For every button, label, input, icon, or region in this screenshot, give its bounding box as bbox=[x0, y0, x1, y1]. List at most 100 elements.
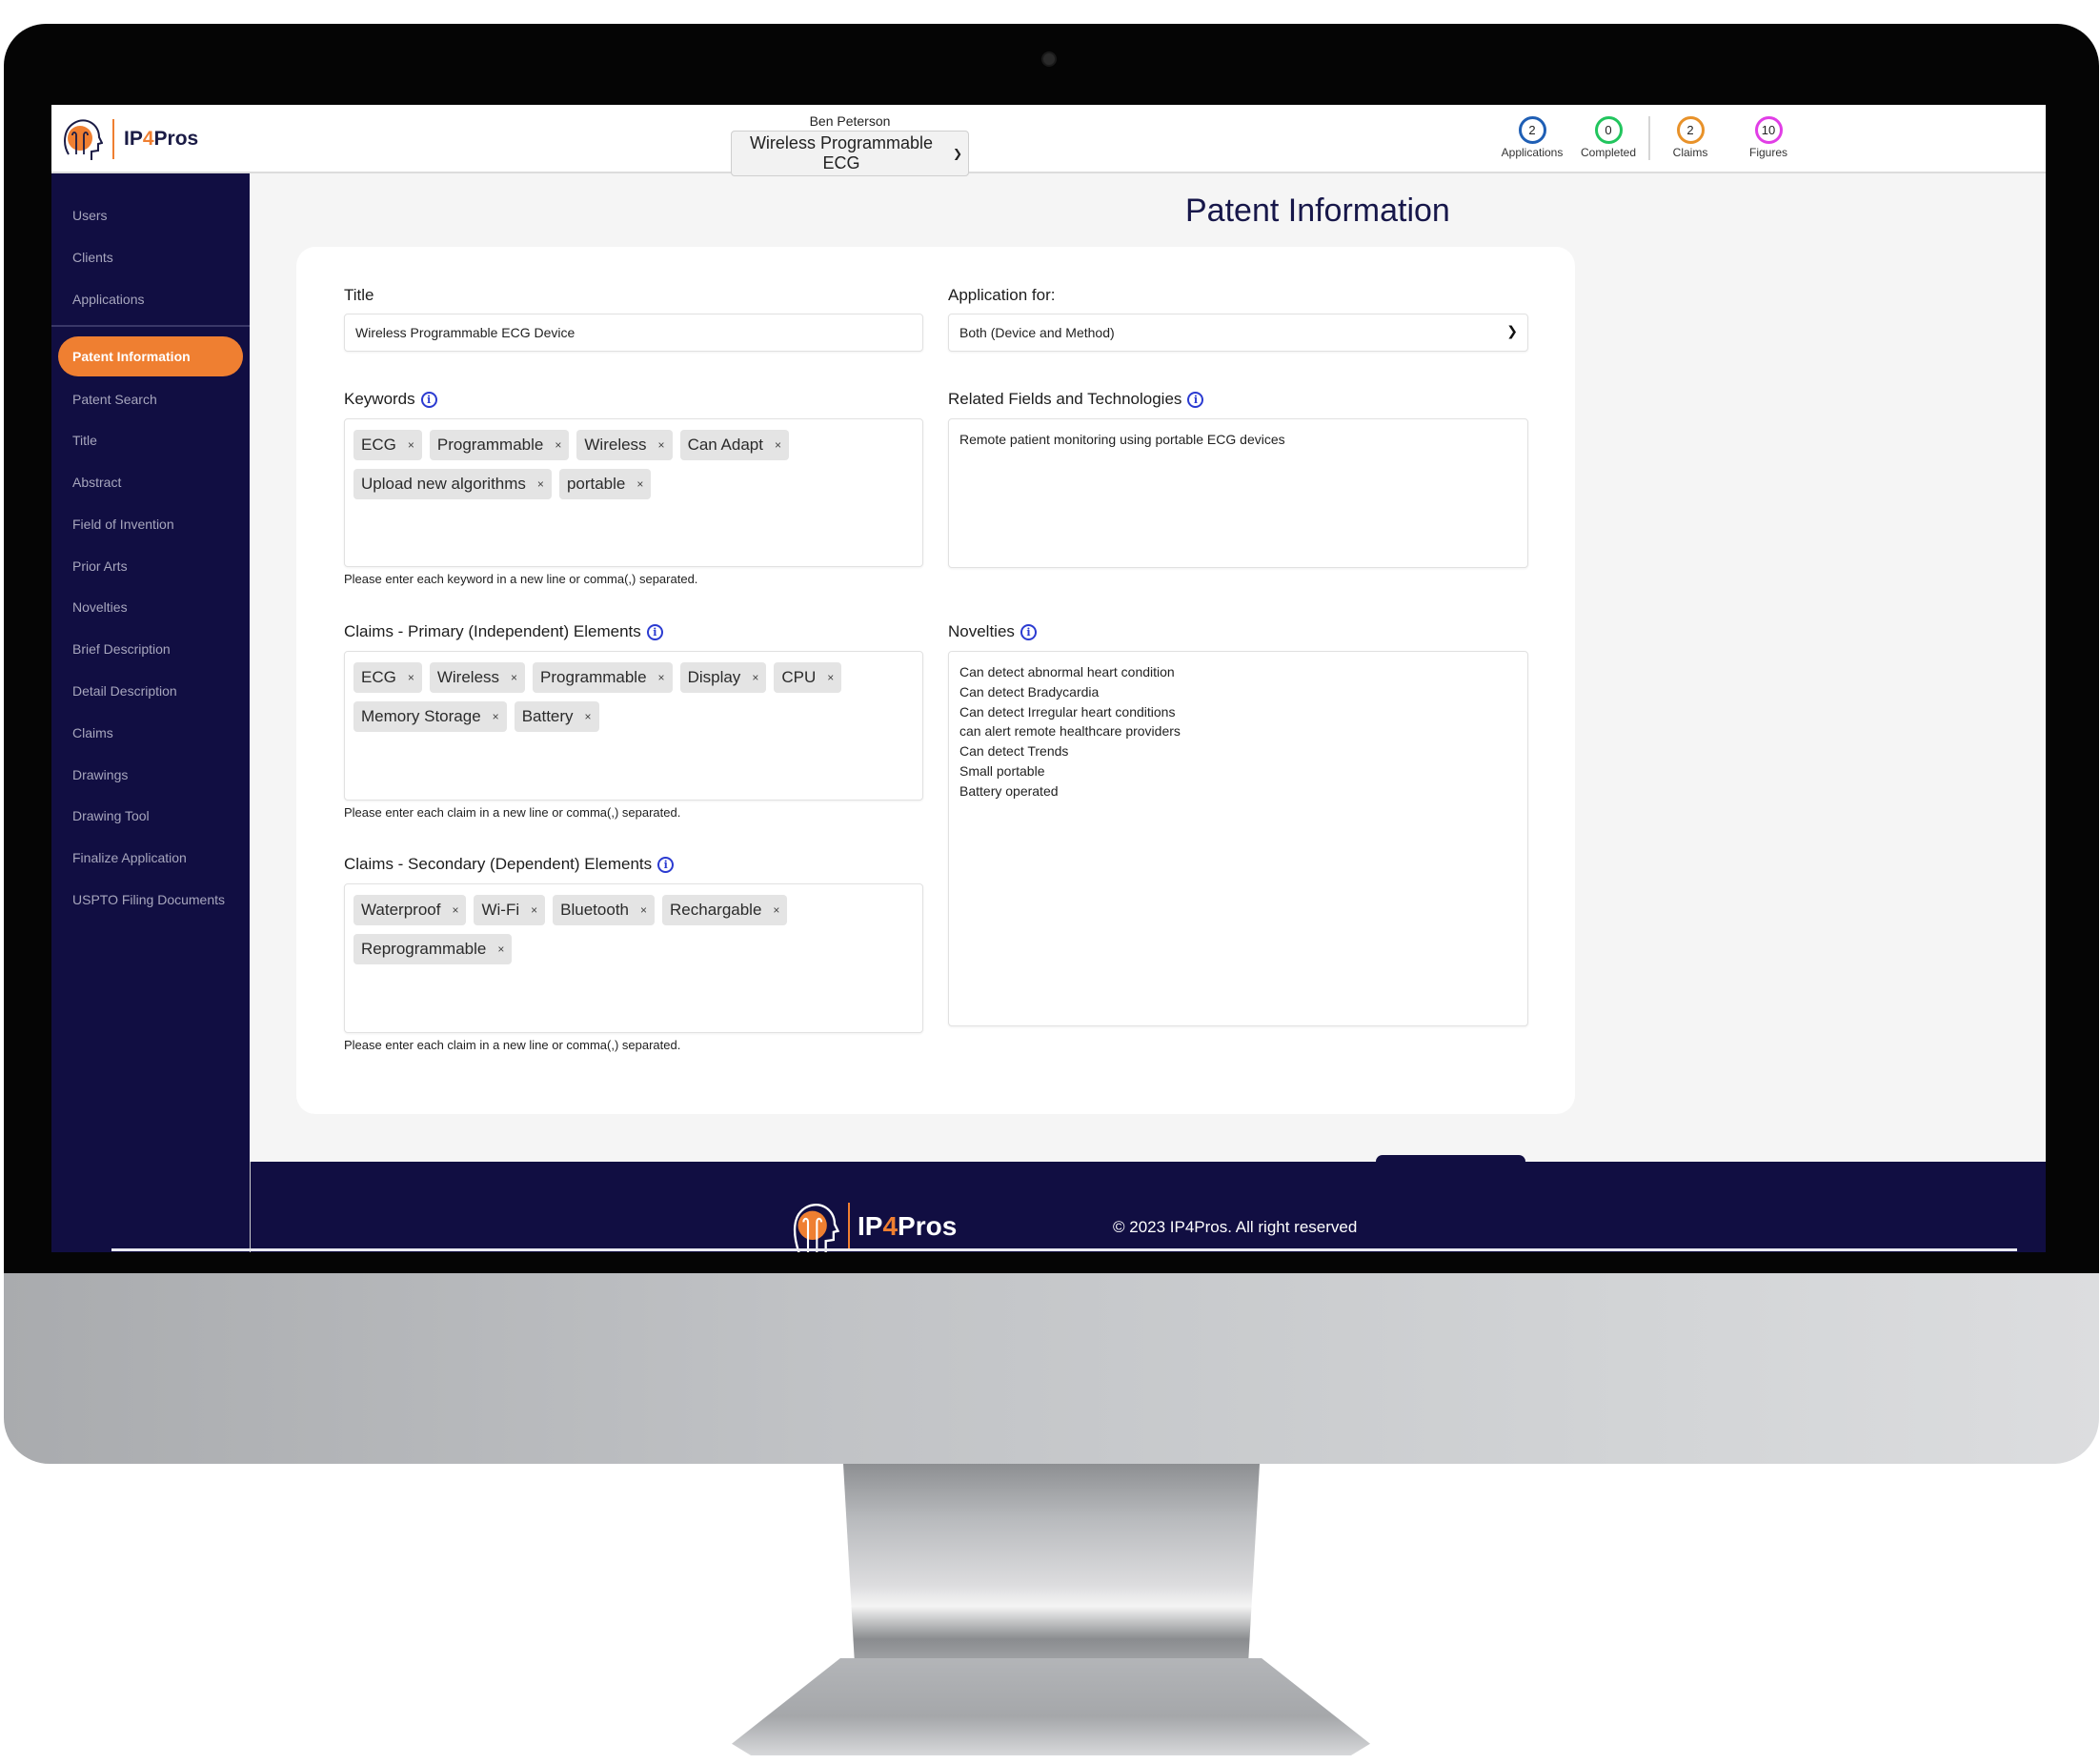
top-bar: IP4Pros Ben Peterson Wireless Programmab… bbox=[51, 105, 2046, 176]
user-application-switcher: Ben Peterson Wireless Programmable ECG ❯ bbox=[731, 113, 969, 176]
remove-tag-icon[interactable]: × bbox=[555, 438, 561, 452]
stat-applications[interactable]: 2 Applications bbox=[1494, 116, 1570, 159]
remove-tag-icon[interactable]: × bbox=[408, 671, 414, 684]
sidebar-item-applications[interactable]: Applications bbox=[72, 292, 145, 307]
claim-secondary-tag: Wi-Fi × bbox=[474, 895, 546, 925]
novelty-line: Battery operated bbox=[959, 782, 1059, 799]
sidebar-item-clients[interactable]: Clients bbox=[72, 250, 113, 265]
remove-tag-icon[interactable]: × bbox=[493, 710, 499, 723]
claim-primary-tag: Wireless × bbox=[429, 662, 526, 693]
remove-tag-icon[interactable]: × bbox=[773, 903, 779, 917]
sidebar-item-title[interactable]: Title bbox=[72, 433, 97, 448]
patent-information-form: Title Wireless Programmable ECG Device A… bbox=[296, 247, 1575, 1193]
tag-label: portable bbox=[566, 475, 626, 493]
remove-tag-icon[interactable]: × bbox=[511, 671, 517, 684]
keyword-tag: portable × bbox=[558, 469, 652, 499]
novelty-line: can alert remote healthcare providers bbox=[959, 723, 1181, 740]
stat-claims[interactable]: 2 Claims bbox=[1652, 116, 1728, 159]
claim-secondary-tag: Rechargable × bbox=[662, 895, 788, 925]
related-fields-textarea[interactable]: Remote patient monitoring using portable… bbox=[948, 418, 1528, 568]
stat-label: Claims bbox=[1672, 146, 1708, 159]
sidebar-item-uspto-filing-documents[interactable]: USPTO Filing Documents bbox=[72, 892, 225, 907]
sidebar-item-novelties[interactable]: Novelties bbox=[72, 599, 128, 615]
sidebar-item-prior-arts[interactable]: Prior Arts bbox=[72, 558, 128, 574]
user-name: Ben Peterson bbox=[809, 113, 891, 129]
novelty-line: Small portable bbox=[959, 762, 1045, 779]
claim-primary-tag: Programmable × bbox=[533, 662, 673, 693]
claim-primary-tag: ECG × bbox=[353, 662, 422, 693]
info-icon[interactable]: i bbox=[1020, 623, 1037, 640]
sidebar-item-drawing-tool[interactable]: Drawing Tool bbox=[72, 808, 150, 823]
footer-logo[interactable]: IP4Pros bbox=[789, 1200, 957, 1252]
remove-tag-icon[interactable]: × bbox=[827, 671, 834, 684]
application-for-value: Both (Device and Method) bbox=[959, 325, 1115, 340]
claims-primary-label: Claims - Primary (Independent) Elements … bbox=[344, 622, 663, 641]
novelties-textarea[interactable]: Can detect abnormal heart condition Can d… bbox=[948, 651, 1528, 1026]
remove-tag-icon[interactable]: × bbox=[585, 710, 592, 723]
sidebar-item-brief-description[interactable]: Brief Description bbox=[72, 641, 171, 657]
remove-tag-icon[interactable]: × bbox=[640, 903, 647, 917]
sidebar-item-finalize-application[interactable]: Finalize Application bbox=[72, 850, 187, 865]
remove-tag-icon[interactable]: × bbox=[636, 477, 643, 491]
claim-primary-tag: Display × bbox=[679, 662, 767, 693]
chevron-down-icon: ❯ bbox=[1506, 323, 1518, 338]
application-select[interactable]: Wireless Programmable ECG ❯ bbox=[731, 131, 969, 176]
remove-tag-icon[interactable]: × bbox=[775, 438, 781, 452]
novelty-line: Can detect Trends bbox=[959, 743, 1069, 760]
keywords-hint: Please enter each keyword in a new line … bbox=[344, 572, 698, 586]
brand-logo[interactable]: IP4Pros bbox=[61, 116, 198, 162]
claim-secondary-tag: Reprogrammable × bbox=[353, 934, 513, 964]
sidebar-item-users[interactable]: Users bbox=[72, 208, 108, 223]
brain-bulb-logo-icon bbox=[793, 1204, 840, 1252]
info-icon[interactable]: i bbox=[646, 623, 663, 640]
tag-label: Waterproof bbox=[361, 901, 441, 919]
tag-label: Battery bbox=[521, 707, 574, 725]
sidebar-item-claims[interactable]: Claims bbox=[72, 725, 113, 740]
app-screen: IP4Pros Ben Peterson Wireless Programmab… bbox=[51, 105, 2046, 1252]
sidebar-item-field-of-invention[interactable]: Field of Invention bbox=[72, 517, 174, 532]
logo-separator bbox=[112, 119, 114, 159]
application-for-select[interactable]: Both (Device and Method) ❯ bbox=[948, 314, 1528, 352]
stat-label: Applications bbox=[1501, 146, 1564, 159]
remove-tag-icon[interactable]: × bbox=[658, 671, 665, 684]
claims-secondary-input[interactable]: Waterproof × Wi-Fi × Bluetooth × Rechargable × R… bbox=[344, 883, 923, 1033]
sidebar-item-abstract[interactable]: Abstract bbox=[72, 475, 121, 490]
keyword-tag: Wireless × bbox=[576, 430, 673, 460]
stat-count: 0 bbox=[1594, 116, 1623, 144]
tag-label: ECG bbox=[361, 436, 396, 454]
sidebar-divider bbox=[51, 325, 250, 327]
remove-tag-icon[interactable]: × bbox=[452, 903, 458, 917]
remove-tag-icon[interactable]: × bbox=[658, 438, 665, 452]
claims-primary-input[interactable]: ECG × Wireless × Programmable × Display × CPU × Me… bbox=[344, 651, 923, 801]
remove-tag-icon[interactable]: × bbox=[408, 438, 414, 452]
sidebar-item-patent-search[interactable]: Patent Search bbox=[72, 392, 157, 407]
tag-label: Reprogrammable bbox=[361, 940, 487, 958]
novelty-line: Can detect Bradycardia bbox=[959, 683, 1100, 700]
screen-edge bbox=[111, 1248, 2017, 1251]
tag-label: Wi-Fi bbox=[481, 901, 520, 919]
tag-label: Programmable bbox=[540, 668, 647, 686]
page-title: Patent Information bbox=[1185, 193, 1450, 229]
info-icon[interactable]: i bbox=[420, 391, 437, 408]
brain-bulb-logo-icon bbox=[64, 119, 103, 160]
tag-label: Programmable bbox=[436, 436, 544, 454]
info-icon[interactable]: i bbox=[657, 856, 675, 873]
stat-label: Completed bbox=[1580, 146, 1637, 159]
remove-tag-icon[interactable]: × bbox=[752, 671, 758, 684]
stat-count: 2 bbox=[1518, 116, 1546, 144]
remove-tag-icon[interactable]: × bbox=[497, 943, 504, 956]
novelty-line: Can detect Irregular heart conditions bbox=[959, 703, 1176, 720]
claim-primary-tag: Memory Storage × bbox=[353, 701, 507, 732]
tag-label: Wireless bbox=[436, 668, 500, 686]
remove-tag-icon[interactable]: × bbox=[537, 477, 544, 491]
stat-completed[interactable]: 0 Completed bbox=[1570, 116, 1646, 159]
remove-tag-icon[interactable]: × bbox=[531, 903, 537, 917]
title-input[interactable]: Wireless Programmable ECG Device bbox=[344, 314, 923, 352]
info-icon[interactable]: i bbox=[1187, 391, 1204, 408]
keywords-input[interactable]: ECG × Programmable × Wireless × Can Adapt × Uplo… bbox=[344, 418, 923, 567]
stat-figures[interactable]: 10 Figures bbox=[1730, 116, 1807, 159]
claims-secondary-hint: Please enter each claim in a new line or… bbox=[344, 1038, 681, 1052]
sidebar-item-detail-description[interactable]: Detail Description bbox=[72, 683, 177, 699]
sidebar-item-drawings[interactable]: Drawings bbox=[72, 767, 128, 782]
sidebar-item-patent-information[interactable]: Patent Information bbox=[58, 336, 243, 376]
